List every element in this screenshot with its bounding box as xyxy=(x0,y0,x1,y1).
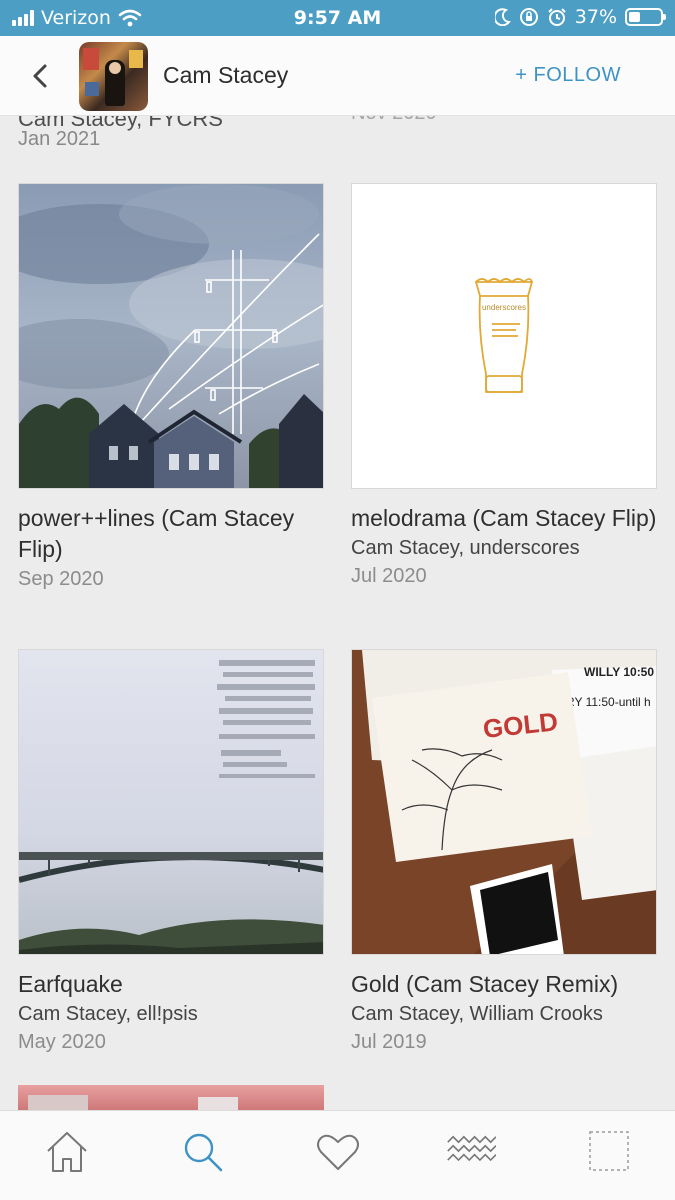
avatar[interactable] xyxy=(79,42,148,111)
release-date: Jul 2020 xyxy=(351,565,427,587)
home-icon[interactable] xyxy=(42,1127,92,1177)
alarm-icon xyxy=(548,8,566,26)
release-artwork[interactable] xyxy=(18,649,324,955)
heart-icon[interactable] xyxy=(313,1127,363,1177)
artwork-note-text: RY 11:50-until h xyxy=(566,695,651,709)
release-card[interactable]: Earfquake Cam Stacey, ell!psis May 2020 xyxy=(18,649,324,1056)
battery-percent: 37% xyxy=(574,6,617,28)
release-card[interactable]: WILLY 10:50 RY 11:50-until h GOLD Gold (… xyxy=(351,649,657,1056)
release-card[interactable]: power++lines (Cam Stacey Flip) Sep 2020 xyxy=(18,183,324,593)
release-title[interactable]: power++lines (Cam Stacey Flip) xyxy=(18,503,324,565)
artwork-note-text: WILLY 10:50 xyxy=(584,665,654,679)
partial-release-date: Nov 2020 xyxy=(351,116,437,125)
chevron-left-icon[interactable] xyxy=(26,60,54,92)
release-artwork[interactable]: underscores xyxy=(351,183,657,489)
release-title[interactable]: Earfquake xyxy=(18,969,324,1000)
release-artwork[interactable] xyxy=(18,1085,324,1110)
release-artwork[interactable] xyxy=(18,183,324,489)
partial-release-date: Jan 2021 xyxy=(18,128,101,150)
status-bar: Verizon 9:57 AM 37% xyxy=(0,0,675,36)
release-card[interactable]: underscores melodrama (Cam Stacey Flip) … xyxy=(351,183,657,590)
rotation-lock-icon xyxy=(519,8,538,26)
page-title: Cam Stacey xyxy=(163,62,289,88)
square-icon[interactable] xyxy=(585,1127,635,1177)
tab-bar xyxy=(0,1110,675,1200)
release-date: Jul 2019 xyxy=(351,1031,427,1053)
moon-icon xyxy=(494,8,511,26)
battery-icon xyxy=(625,8,666,26)
search-icon[interactable] xyxy=(178,1127,228,1177)
release-date: May 2020 xyxy=(18,1031,106,1053)
status-right: 37% xyxy=(494,6,666,28)
release-artists[interactable]: Cam Stacey, ell!psis xyxy=(18,1000,324,1028)
release-artists[interactable]: Cam Stacey, William Crooks xyxy=(351,1000,657,1028)
profile-header: Cam Stacey + FOLLOW xyxy=(0,36,675,116)
waves-icon[interactable] xyxy=(446,1127,496,1177)
release-date: Sep 2020 xyxy=(18,568,104,590)
release-grid: Cam Stacey, FYCRS Jan 2021 Nov 2020 xyxy=(0,116,675,1110)
follow-button[interactable]: + FOLLOW xyxy=(515,64,621,87)
release-artists[interactable]: Cam Stacey, underscores xyxy=(351,534,657,562)
release-artwork[interactable]: WILLY 10:50 RY 11:50-until h GOLD xyxy=(351,649,657,955)
artwork-brand-text: underscores xyxy=(482,303,526,312)
release-title[interactable]: Gold (Cam Stacey Remix) xyxy=(351,969,657,1000)
release-title[interactable]: melodrama (Cam Stacey Flip) xyxy=(351,503,657,534)
